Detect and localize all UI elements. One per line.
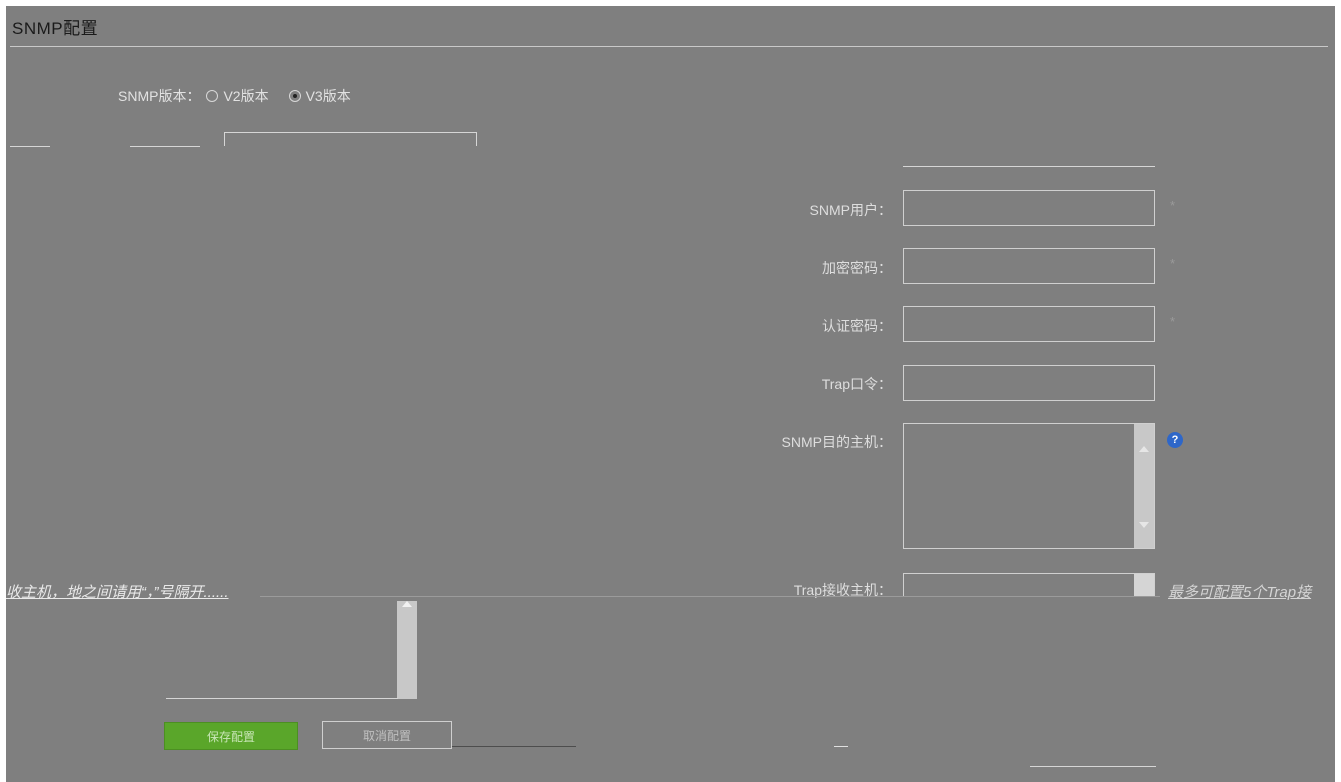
- encrypt-password-input[interactable]: [903, 248, 1155, 284]
- dest-host-scrollbar[interactable]: [1134, 424, 1154, 548]
- radio-v2-label[interactable]: V2版本: [223, 86, 268, 106]
- page-frame: SNMP配置 SNMP版本： V2版本 V3版本 SNMP用户： * 加密密码：…: [0, 0, 1341, 782]
- trap-command-label: Trap口令：: [821, 376, 892, 392]
- snmp-version-row: SNMP版本： V2版本 V3版本: [118, 86, 365, 106]
- encrypt-password-label: 加密密码：: [822, 260, 892, 276]
- glitch-line-3: [224, 132, 476, 133]
- trap-receive-host-textarea[interactable]: [903, 573, 1155, 597]
- auth-password-label: 认证密码：: [822, 318, 892, 334]
- glitch-line-6: [903, 166, 1155, 167]
- auth-password-required: *: [1170, 314, 1176, 329]
- radio-v3[interactable]: [288, 90, 301, 102]
- title-divider: [10, 46, 1328, 47]
- trap-command-input[interactable]: [903, 365, 1155, 401]
- scroll-up-icon[interactable]: [1139, 446, 1149, 452]
- hint-left-text: 收主机，地之间请用“，”号隔开......: [6, 584, 229, 601]
- scroll-down-icon[interactable]: [1139, 522, 1149, 528]
- glitch-line-4: [224, 132, 225, 146]
- glitch-line-1: [10, 146, 50, 147]
- radio-v2[interactable]: [206, 90, 219, 102]
- encrypt-password-required: *: [1170, 256, 1176, 271]
- displaced-scroll-up-icon[interactable]: [402, 601, 412, 607]
- snmp-user-label: SNMP用户：: [809, 202, 892, 218]
- help-icon[interactable]: ?: [1167, 432, 1183, 448]
- page-title: SNMP配置: [12, 19, 99, 38]
- trap-receive-host-label: Trap接收主机：: [793, 582, 892, 598]
- top-edge: [0, 0, 1341, 6]
- hint-right-text: 最多可配置5个Trap接: [1168, 584, 1312, 601]
- glitch-line-11: [1030, 766, 1156, 767]
- snmp-dest-host-label: SNMP目的主机：: [781, 434, 892, 450]
- trap-host-scrollbar[interactable]: [1134, 574, 1154, 597]
- cancel-button[interactable]: 取消配置: [322, 721, 452, 749]
- displaced-scrollbar[interactable]: [397, 601, 417, 699]
- glitch-line-8: [166, 698, 398, 699]
- auth-password-input[interactable]: [903, 306, 1155, 342]
- snmp-dest-host-textarea[interactable]: [903, 423, 1155, 549]
- snmp-version-label: SNMP版本：: [118, 88, 201, 104]
- glitch-line-2: [130, 146, 200, 147]
- glitch-line-5: [476, 132, 477, 146]
- save-button[interactable]: 保存配置: [164, 722, 298, 750]
- left-edge: [0, 0, 6, 782]
- glitch-line-9: [452, 746, 576, 747]
- glitch-line-7: [260, 596, 1160, 597]
- glitch-line-10: [834, 746, 848, 747]
- radio-v3-label[interactable]: V3版本: [306, 86, 351, 106]
- snmp-user-required: *: [1170, 198, 1176, 213]
- snmp-user-input[interactable]: [903, 190, 1155, 226]
- right-edge: [1335, 0, 1341, 782]
